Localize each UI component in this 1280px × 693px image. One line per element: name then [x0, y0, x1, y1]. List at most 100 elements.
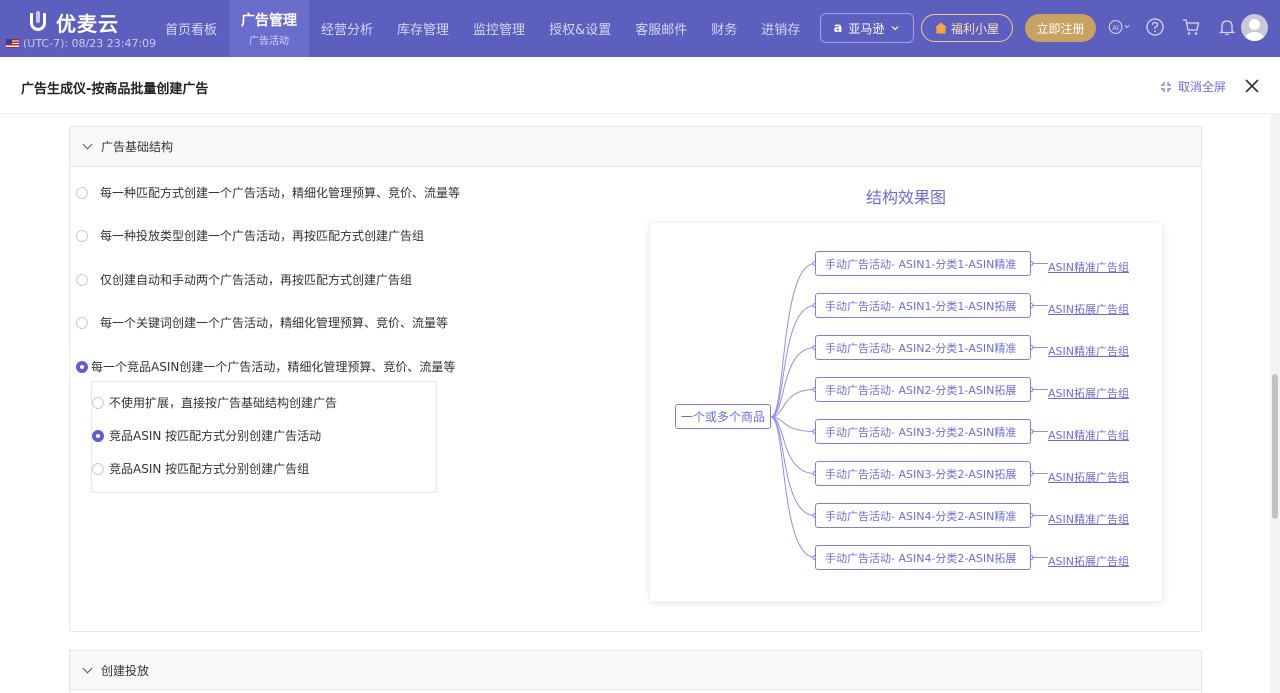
close-icon[interactable] [1243, 77, 1261, 95]
marketplace-label: 亚马逊 [848, 21, 885, 36]
option-label: 每一种匹配方式创建一个广告活动，精细化管理预算、竞价、流量等 [100, 186, 461, 200]
scrollbar-thumb[interactable] [1272, 374, 1278, 519]
nav-label: 广告管理 [241, 13, 298, 29]
root-node: 一个或多个商品 [675, 404, 771, 429]
vertical-scrollbar[interactable] [1270, 114, 1280, 693]
cart-icon[interactable] [1180, 16, 1202, 38]
radio-button-selected[interactable] [92, 429, 104, 442]
svg-text:AI: AI [1112, 24, 1119, 32]
exit-fullscreen-label: 取消全屏 [1178, 80, 1227, 94]
connector-line [770, 305, 816, 418]
nav-item-erp[interactable]: 进销存 [749, 0, 812, 57]
structure-diagram: 一个或多个商品 手动广告活动- ASIN1-分类1-ASIN精准 ASIN精准广… [650, 223, 1162, 601]
ai-icon[interactable]: AI [1108, 16, 1130, 38]
section-header[interactable]: 创建投放 [70, 651, 1201, 690]
nav-item-service-mail[interactable]: 客服邮件 [623, 0, 699, 57]
connector-line [770, 263, 816, 418]
nav-label: 首页看板 [165, 23, 218, 38]
ad-group-link[interactable]: ASIN拓展广告组 [1048, 301, 1129, 317]
marketplace-select[interactable]: a 亚马逊 [820, 13, 914, 43]
nav-item-ads[interactable]: 广告管理 广告活动 [229, 0, 310, 57]
structure-option-3[interactable]: 仅创建自动和手动两个广告活动，再按匹配方式创建广告组 [76, 271, 412, 288]
logo-icon [30, 10, 50, 35]
option-label: 每一种投放类型创建一个广告活动，再按匹配方式创建广告组 [100, 229, 425, 243]
user-avatar[interactable] [1241, 14, 1268, 41]
nav-label: 库存管理 [397, 23, 450, 38]
nav-item-dashboard[interactable]: 首页看板 [153, 0, 229, 57]
main-menu: 首页看板 广告管理 广告活动 经营分析 库存管理 监控管理 授权&设置 客服邮件 … [153, 0, 812, 57]
nav-label: 财务 [711, 23, 738, 38]
extension-option-2[interactable]: 竞品ASIN 按匹配方式分别创建广告活动 [92, 427, 321, 444]
welfare-label: 福利小屋 [950, 21, 999, 36]
radio-button[interactable] [76, 316, 88, 329]
ad-group-link[interactable]: ASIN拓展广告组 [1048, 385, 1129, 401]
dialog-title: 广告生成仪-按商品批量创建广告 [21, 82, 209, 97]
section-create-targeting: 创建投放 [69, 650, 1202, 693]
radio-button[interactable] [76, 229, 88, 242]
diagram-title: 结构效果图 [865, 188, 946, 207]
top-nav: 优麦云 (UTC-7): 08/23 23:47:09 首页看板 广告管理广告活… [0, 0, 1280, 57]
campaign-node: 手动广告活动- ASIN2-分类1-ASIN拓展 [815, 377, 1031, 402]
us-flag-icon [6, 39, 19, 48]
extension-option-1[interactable]: 不使用扩展，直接按广告基础结构创建广告 [92, 394, 337, 411]
campaign-node: 手动广告活动- ASIN4-分类2-ASIN精准 [815, 503, 1031, 528]
ad-group-link[interactable]: ASIN拓展广告组 [1048, 553, 1129, 569]
nav-label: 经营分析 [321, 23, 374, 38]
option-label: 每一个关键词创建一个广告活动，精细化管理预算、竞价、流量等 [100, 316, 449, 330]
nav-label: 监控管理 [473, 23, 526, 38]
ad-group-link[interactable]: ASIN精准广告组 [1048, 427, 1129, 443]
nav-item-monitor[interactable]: 监控管理 [461, 0, 537, 57]
timezone-text: (UTC-7): 08/23 23:47:09 [23, 37, 157, 50]
campaign-node: 手动广告活动- ASIN2-分类1-ASIN精准 [815, 335, 1031, 360]
chevron-down-icon [891, 26, 899, 31]
top-icon-bar: AI [1108, 16, 1238, 38]
option-label: 每一个竞品ASIN创建一个广告活动，精细化管理预算、竞价、流量等 [91, 360, 456, 374]
option-label: 竞品ASIN 按匹配方式分别创建广告组 [109, 462, 310, 476]
section-title: 创建投放 [101, 663, 150, 678]
timezone-clock: (UTC-7): 08/23 23:47:09 [6, 37, 156, 50]
structure-option-1[interactable]: 每一种匹配方式创建一个广告活动，精细化管理预算、竞价、流量等 [76, 184, 460, 201]
nav-label: 授权&设置 [549, 23, 612, 38]
radio-button[interactable] [76, 186, 88, 199]
ad-group-link[interactable]: ASIN拓展广告组 [1048, 469, 1129, 485]
ad-group-link[interactable]: ASIN精准广告组 [1048, 511, 1129, 527]
brand-logo[interactable]: 优麦云 [30, 8, 119, 37]
house-icon [934, 22, 947, 34]
welfare-button[interactable]: 福利小屋 [921, 14, 1013, 42]
option-label: 不使用扩展，直接按广告基础结构创建广告 [109, 396, 338, 410]
radio-button[interactable] [92, 462, 104, 475]
collapse-icon [1161, 81, 1171, 92]
radio-button[interactable] [76, 273, 88, 286]
campaign-node: 手动广告活动- ASIN1-分类1-ASIN拓展 [815, 293, 1031, 318]
brand-name: 优麦云 [56, 12, 119, 36]
nav-sub-label: 广告活动 [249, 36, 290, 47]
nav-item-analysis[interactable]: 经营分析 [309, 0, 385, 57]
nav-item-auth-settings[interactable]: 授权&设置 [537, 0, 623, 57]
connector-line [770, 416, 816, 558]
option-label: 竞品ASIN 按匹配方式分别创建广告活动 [109, 429, 322, 443]
help-icon[interactable] [1144, 16, 1166, 38]
nav-label: 客服邮件 [635, 23, 688, 38]
radio-button[interactable] [92, 396, 104, 409]
nav-label: 进销存 [761, 23, 801, 38]
ad-group-link[interactable]: ASIN精准广告组 [1048, 343, 1129, 359]
campaign-node: 手动广告活动- ASIN3-分类2-ASIN精准 [815, 419, 1031, 444]
radio-button-selected[interactable] [76, 360, 88, 373]
amazon-icon: a [833, 20, 843, 36]
structure-option-4[interactable]: 每一个关键词创建一个广告活动，精细化管理预算、竞价、流量等 [76, 314, 448, 331]
nav-item-finance[interactable]: 财务 [699, 0, 749, 57]
structure-option-5[interactable]: 每一个竞品ASIN创建一个广告活动，精细化管理预算、竞价、流量等 [76, 358, 455, 375]
extension-option-3[interactable]: 竞品ASIN 按匹配方式分别创建广告组 [92, 460, 309, 477]
structure-option-2[interactable]: 每一种投放类型创建一个广告活动，再按匹配方式创建广告组 [76, 227, 424, 244]
nav-item-inventory[interactable]: 库存管理 [385, 0, 461, 57]
chevron-down-icon [82, 663, 93, 673]
dialog-header: 广告生成仪-按商品批量创建广告 取消全屏 [0, 57, 1280, 114]
section-title: 广告基础结构 [101, 140, 174, 154]
bell-icon[interactable] [1216, 16, 1238, 38]
campaign-node: 手动广告活动- ASIN4-分类2-ASIN拓展 [815, 545, 1031, 570]
ad-group-link[interactable]: ASIN精准广告组 [1048, 259, 1129, 275]
exit-fullscreen-button[interactable]: 取消全屏 [1160, 78, 1226, 95]
option-label: 仅创建自动和手动两个广告活动，再按匹配方式创建广告组 [100, 273, 413, 287]
section-header[interactable]: 广告基础结构 [70, 127, 1201, 167]
register-button[interactable]: 立即注册 [1025, 14, 1096, 42]
